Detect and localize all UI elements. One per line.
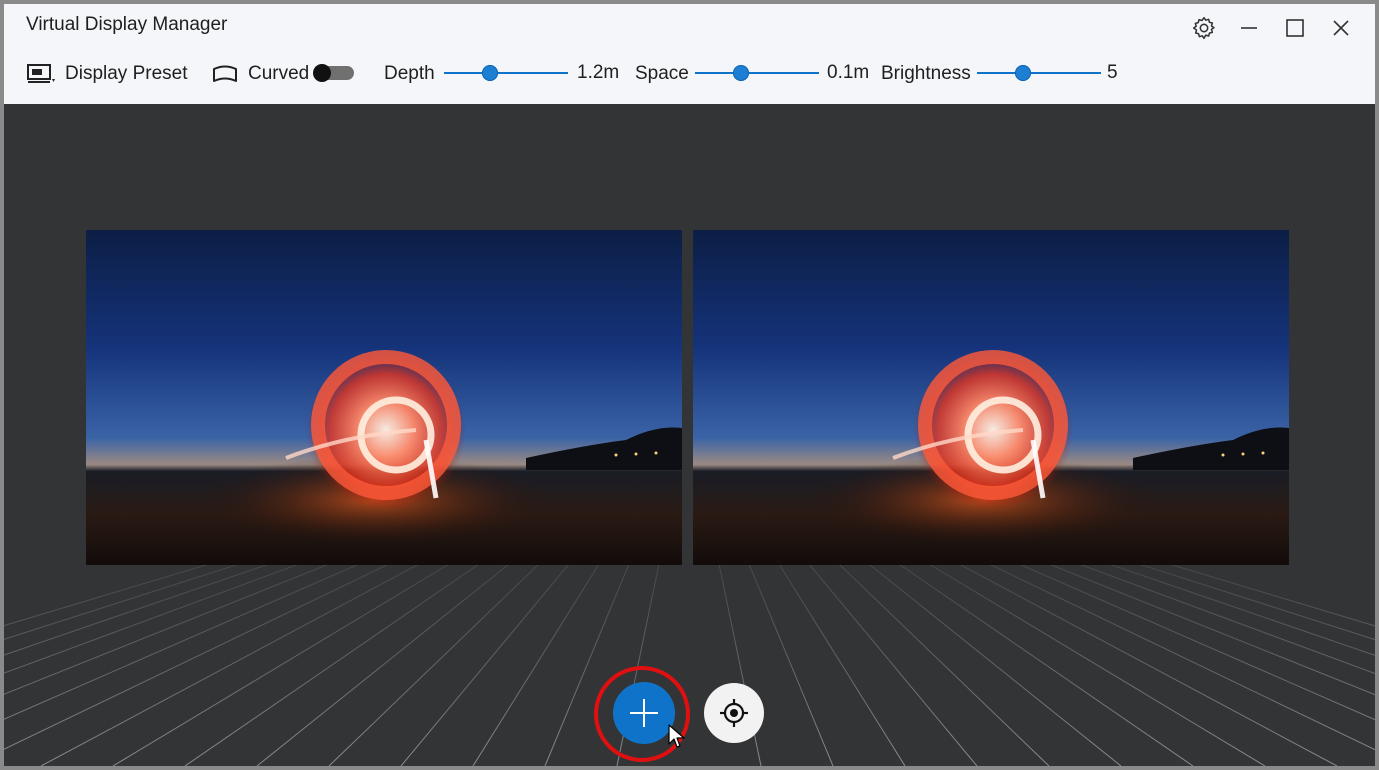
plus-icon xyxy=(630,699,658,727)
minimize-button[interactable] xyxy=(1231,10,1267,46)
maximize-icon xyxy=(1286,19,1304,37)
grid-line-vertical xyxy=(928,563,1266,766)
space-slider-track xyxy=(695,72,819,74)
app-window: Virtual Display Manager Display Preset C… xyxy=(4,4,1375,766)
virtual-display-right[interactable] xyxy=(693,230,1289,565)
close-icon xyxy=(1333,20,1349,36)
grid-line-vertical xyxy=(838,563,1050,766)
brightness-label: Brightness xyxy=(881,63,971,84)
grid-line-vertical xyxy=(868,563,1122,766)
grid-line-vertical xyxy=(256,563,510,766)
display-image-right xyxy=(693,230,1289,565)
grid-line-vertical xyxy=(808,563,978,766)
display-image-left xyxy=(86,230,682,565)
virtual-display-left[interactable] xyxy=(86,230,682,565)
brightness-value: 5 xyxy=(1107,62,1118,83)
grid-line-vertical xyxy=(112,563,450,766)
mouse-cursor xyxy=(668,724,686,750)
grid-line-vertical xyxy=(778,563,906,766)
grid-line-vertical xyxy=(748,563,834,766)
grid-line-vertical xyxy=(988,563,1375,751)
depth-slider[interactable] xyxy=(444,65,568,81)
space-slider-thumb[interactable] xyxy=(733,65,749,81)
grid-line-vertical xyxy=(328,563,540,766)
recenter-button[interactable] xyxy=(704,683,764,743)
grid-line-vertical xyxy=(472,563,600,766)
display-preset-icon xyxy=(26,63,56,85)
space-slider[interactable] xyxy=(695,65,819,81)
virtual-space-viewport[interactable] xyxy=(4,104,1375,766)
minimize-icon xyxy=(1241,27,1257,29)
brightness-slider-thumb[interactable] xyxy=(1015,65,1031,81)
grid-line-vertical xyxy=(40,563,420,766)
depth-label: Depth xyxy=(384,63,435,84)
grid-line-vertical xyxy=(4,563,300,674)
close-button[interactable] xyxy=(1323,10,1359,46)
grid-line-vertical xyxy=(1138,563,1375,641)
grid-line-vertical xyxy=(400,563,570,766)
brightness-slider[interactable] xyxy=(977,65,1101,81)
curved-toggle-knob xyxy=(313,64,331,82)
window-title: Virtual Display Manager xyxy=(26,14,228,35)
settings-button[interactable] xyxy=(1186,10,1222,46)
display-preset-label: Display Preset xyxy=(65,63,188,84)
add-display-button[interactable] xyxy=(613,682,675,744)
depth-value: 1.2m xyxy=(577,62,620,83)
grid-line-vertical xyxy=(958,563,1338,766)
display-preset-button[interactable]: Display Preset xyxy=(26,62,188,86)
grid-line-vertical xyxy=(4,563,240,640)
depth-slider-thumb[interactable] xyxy=(482,65,498,81)
brightness-slider-track xyxy=(977,72,1101,74)
space-value: 0.1m xyxy=(827,62,870,83)
curved-label: Curved xyxy=(248,63,310,84)
maximize-button[interactable] xyxy=(1277,10,1313,46)
curved-label-group: Curved xyxy=(212,62,309,86)
title-toolbar-area: Virtual Display Manager Display Preset C… xyxy=(4,4,1375,104)
curved-display-icon xyxy=(212,64,238,84)
depth-slider-track xyxy=(444,72,568,74)
crosshair-icon xyxy=(720,699,748,727)
space-label: Space xyxy=(635,63,689,84)
gear-icon xyxy=(1192,16,1215,40)
curved-toggle[interactable] xyxy=(313,64,354,82)
